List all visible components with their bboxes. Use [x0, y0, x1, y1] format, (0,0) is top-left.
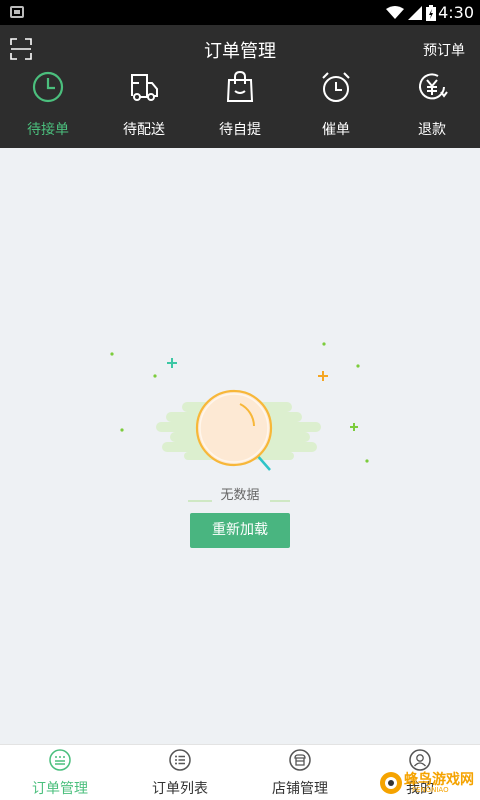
reload-button[interactable]: 重新加载 — [190, 513, 290, 548]
shopping-bag-icon — [226, 70, 254, 102]
empty-search-illustration — [110, 342, 369, 471]
nav-label: 订单管理 — [32, 781, 88, 797]
nav-order-manage[interactable]: 订单管理 — [0, 745, 120, 800]
watermark-subtext: FENGNIAO — [412, 786, 449, 794]
empty-message: 无数据 — [220, 488, 260, 503]
tab-pending-accept[interactable]: 待接单 — [0, 70, 96, 148]
signal-icon — [408, 5, 422, 20]
tab-reminder[interactable]: 催单 — [288, 70, 384, 148]
nav-label: 店铺管理 — [272, 781, 328, 797]
status-bar: 4:30 — [0, 0, 480, 25]
tab-label: 待配送 — [123, 122, 165, 138]
tab-label: 退款 — [418, 122, 446, 138]
nav-order-list[interactable]: 订单列表 — [120, 745, 240, 800]
system-icons — [386, 4, 436, 21]
watermark-logo: 蜂鸟游戏网 FENGNIAO — [378, 768, 478, 798]
tab-label: 催单 — [322, 122, 350, 138]
nav-label: 订单列表 — [152, 781, 208, 797]
wifi-icon — [386, 5, 404, 19]
tab-refund[interactable]: 退款 — [384, 70, 480, 148]
alarm-clock-icon — [322, 72, 350, 102]
yuan-refund-icon — [419, 73, 448, 100]
tab-label: 待自提 — [219, 122, 261, 138]
nav-store-manage[interactable]: 店铺管理 — [240, 745, 360, 800]
notification-icon — [10, 6, 24, 18]
delivery-truck-icon — [131, 74, 158, 101]
store-icon — [289, 749, 311, 771]
clock-icon — [32, 71, 64, 103]
status-time: 4:30 — [438, 3, 474, 22]
empty-state: 无数据 重新加载 — [0, 148, 480, 744]
order-manage-icon — [49, 749, 71, 771]
tab-pending-pickup[interactable]: 待自提 — [192, 70, 288, 148]
header: 订单管理 预订单 待接单 待配送 待自提 催单 退款 — [0, 25, 480, 148]
bird-logo-icon — [380, 772, 402, 794]
page-title: 订单管理 — [204, 41, 276, 62]
list-icon — [169, 749, 191, 771]
order-status-tabs: 待接单 待配送 待自提 催单 退款 — [0, 70, 480, 148]
tab-label: 待接单 — [27, 122, 69, 138]
tab-pending-delivery[interactable]: 待配送 — [96, 70, 192, 148]
preorder-button[interactable]: 预订单 — [423, 40, 465, 60]
battery-icon — [426, 4, 436, 21]
